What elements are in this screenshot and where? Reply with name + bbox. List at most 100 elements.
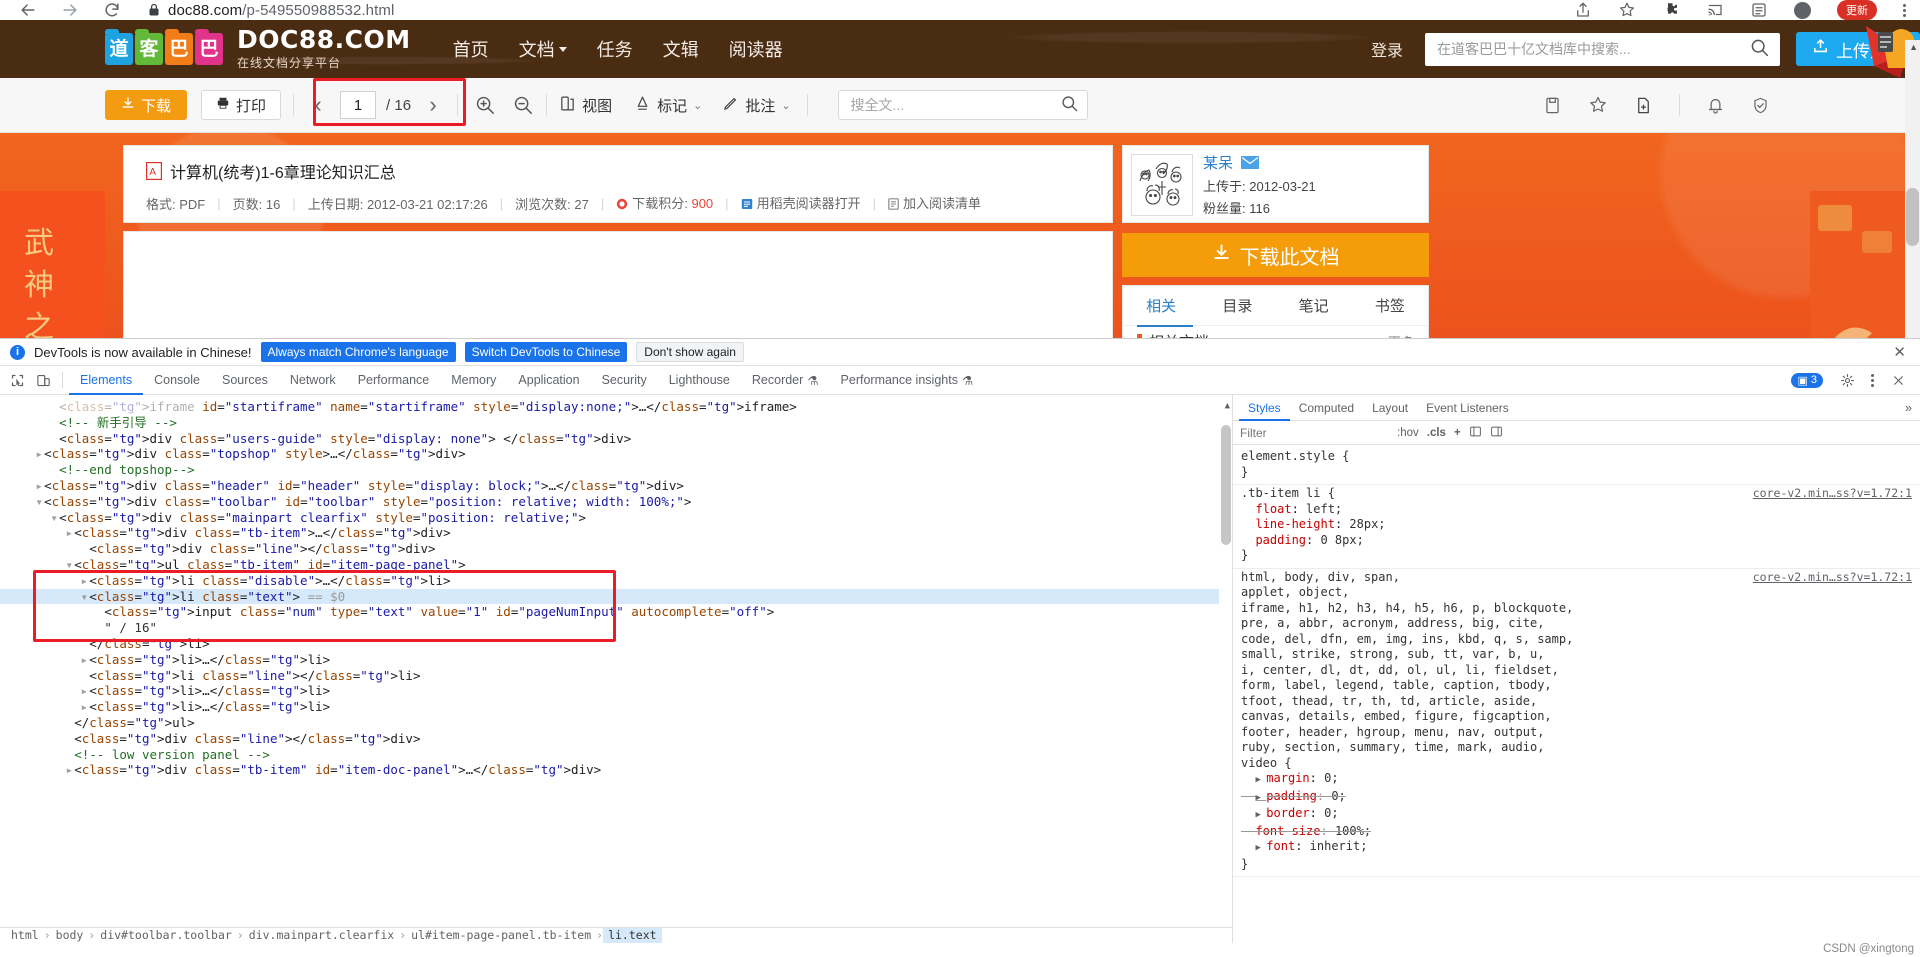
meta-add-to-list[interactable]: 加入阅读清单 (888, 193, 981, 213)
hover-state-button[interactable]: :hov (1397, 427, 1419, 439)
dom-line[interactable]: ▸<class="tg">div class="tb-item">…</clas… (0, 525, 1232, 541)
sidebar-tab-notes[interactable]: 笔记 (1276, 286, 1352, 325)
dom-line[interactable]: </class="tg">li> (0, 636, 1232, 652)
devtools-tab-sources[interactable]: Sources (211, 366, 279, 395)
menu-item-reader[interactable]: 阅读器 (729, 36, 783, 62)
computed-sidebar-icon[interactable] (1490, 425, 1503, 441)
mark-button[interactable]: 标记 ⌄ (634, 95, 702, 116)
new-style-rule-button[interactable]: + (1454, 427, 1461, 439)
chevron-left-icon[interactable]: ‹ (306, 92, 330, 118)
zoom-in-icon[interactable] (474, 94, 496, 116)
search-icon[interactable] (1060, 94, 1079, 116)
download-button[interactable]: 下载 (105, 90, 188, 120)
page-number-input[interactable] (340, 91, 377, 119)
login-link[interactable]: 登录 (1371, 37, 1403, 61)
dom-line[interactable]: ▾<class="tg">ul class="tb-item" id="item… (0, 557, 1232, 573)
style-declaration[interactable]: ▶ border: 0; (1241, 806, 1912, 824)
fulltext-search-box[interactable] (837, 90, 1088, 120)
sidebar-tab-contents[interactable]: 目录 (1199, 286, 1275, 325)
favorite-star-icon[interactable] (1588, 95, 1608, 115)
sidebar-tab-bookmarks[interactable]: 书签 (1352, 286, 1428, 325)
styles-tab-computed[interactable]: Computed (1290, 395, 1363, 421)
menu-item-docs[interactable]: 文档 (519, 36, 567, 62)
update-badge[interactable]: 更新 (1837, 0, 1877, 20)
add-doc-icon[interactable] (1634, 96, 1653, 115)
devtools-tab-network[interactable]: Network (279, 366, 347, 395)
forward-arrow-icon[interactable] (60, 0, 80, 20)
devtools-tab-lighthouse[interactable]: Lighthouse (658, 366, 741, 395)
zoom-out-icon[interactable] (512, 94, 534, 116)
meta-open-in-reader[interactable]: 用稻壳阅读器打开 (741, 193, 861, 213)
search-icon[interactable] (1749, 37, 1770, 61)
envelope-icon[interactable] (1241, 155, 1260, 169)
dom-line[interactable]: ▾<class="tg">div class="toolbar" id="too… (0, 494, 1232, 510)
dom-line[interactable]: ▾<class="tg">div class="mainpart clearfi… (0, 510, 1232, 526)
address-bar[interactable]: doc88.com/p-549550988532.html (148, 0, 394, 20)
devtools-tab-security[interactable]: Security (591, 366, 658, 395)
download-this-document-button[interactable]: 下载此文档 (1122, 233, 1429, 277)
chevron-right-icon[interactable]: › (421, 92, 445, 118)
upload-document-button[interactable]: 上传文档 (1796, 32, 1920, 66)
site-search-input[interactable] (1437, 41, 1749, 57)
breadcrumb-li-text[interactable]: li.text (603, 927, 662, 943)
breadcrumb-body[interactable]: body (51, 928, 89, 943)
dom-line[interactable]: <!-- low version panel --> (0, 747, 1232, 763)
menu-item-home[interactable]: 首页 (453, 36, 489, 62)
site-logo[interactable]: 道 客 巴 巴 DOC88.COM 在线文档分享平台 (105, 26, 411, 71)
devtools-tab-elements[interactable]: Elements (69, 366, 143, 395)
settings-gear-icon[interactable] (1834, 368, 1860, 392)
chevrons-right-icon[interactable]: » (1905, 401, 1920, 415)
breadcrumb-mainpart[interactable]: div.mainpart.clearfix (244, 928, 399, 943)
dom-line[interactable]: ▾<class="tg">li class="text"> == $0 (0, 588, 1232, 605)
bell-icon[interactable] (1706, 96, 1725, 115)
style-rule[interactable]: core-v2.min…ss?v=1.72:1 html, body, div, … (1233, 569, 1920, 877)
dom-line[interactable]: ▸<class="tg">div class="topshop" style>…… (0, 446, 1232, 462)
avatar[interactable] (1131, 154, 1193, 216)
profile-icon[interactable] (1794, 1, 1811, 19)
style-rule[interactable]: core-v2.min…ss?v=1.72:1 .tb-item li { flo… (1233, 485, 1920, 569)
share-icon[interactable] (1574, 1, 1592, 19)
style-declaration[interactable]: ▶ padding: 0; (1241, 789, 1912, 807)
style-declaration[interactable]: float: left; (1241, 502, 1912, 518)
page-scrollbar[interactable]: ▲ (1905, 40, 1920, 338)
scrollbar-thumb[interactable] (1906, 188, 1919, 246)
dom-line[interactable]: <class="tg">div class="line"></class="tg… (0, 731, 1232, 747)
devtools-tab-performance[interactable]: Performance (347, 366, 441, 395)
back-arrow-icon[interactable] (18, 0, 38, 20)
uploader-name[interactable]: 某呆 (1203, 152, 1316, 173)
bookmark-star-icon[interactable] (1618, 1, 1636, 19)
breadcrumb-html[interactable]: html (6, 928, 44, 943)
styles-rules-list[interactable]: element.style {} core-v2.min…ss?v=1.72:1.… (1233, 445, 1920, 943)
dom-line[interactable]: <class="tg">li class="line"></class="tg"… (0, 668, 1232, 684)
menu-item-collections[interactable]: 文辑 (663, 36, 699, 62)
document-viewer-area[interactable] (123, 231, 1113, 338)
reading-list-icon[interactable] (1750, 1, 1768, 19)
devtools-tab-recorder[interactable]: Recorder ⚗ (741, 366, 830, 395)
devtools-tab-performance-insights[interactable]: Performance insights ⚗ (830, 366, 985, 395)
dom-tree-pane[interactable]: <class="tg">iframe id="startiframe" name… (0, 395, 1232, 943)
note-icon[interactable] (1543, 96, 1562, 115)
dom-tree-scrollbar[interactable]: ▲ ▼ (1219, 395, 1232, 943)
style-declaration[interactable]: line-height: 28px; (1241, 517, 1912, 533)
fulltext-search-input[interactable] (850, 97, 1060, 113)
view-mode-button[interactable]: 视图 (559, 95, 612, 116)
devtools-tab-memory[interactable]: Memory (440, 366, 507, 395)
menu-kebab-icon[interactable] (1903, 3, 1906, 17)
device-toolbar-icon[interactable] (30, 368, 56, 392)
more-kebab-icon[interactable] (1871, 373, 1874, 387)
print-button[interactable]: 打印 (201, 90, 282, 120)
error-count-badge[interactable]: ▣ 3 (1791, 372, 1823, 388)
dom-line[interactable]: <class="tg">div class="users-guide" styl… (0, 431, 1232, 447)
dom-line[interactable]: <class="tg">input class="num" type="text… (0, 604, 1232, 620)
dom-line[interactable]: " / 16" (0, 620, 1232, 636)
styles-tab-layout[interactable]: Layout (1363, 395, 1417, 421)
dom-line[interactable]: ▸<class="tg">li class="disable">…</class… (0, 573, 1232, 589)
style-source-link[interactable]: core-v2.min…ss?v=1.72:1 (1753, 486, 1912, 502)
devtools-tab-application[interactable]: Application (507, 366, 590, 395)
close-icon[interactable] (1885, 368, 1911, 392)
dom-line[interactable]: ▸<class="tg">li>…</class="tg">li> (0, 652, 1232, 668)
style-rule[interactable]: element.style {} (1233, 448, 1920, 485)
dom-line[interactable]: <!--end topshop--> (0, 462, 1232, 478)
dom-scrollbar-thumb[interactable] (1221, 425, 1231, 545)
shield-check-icon[interactable] (1751, 96, 1770, 115)
